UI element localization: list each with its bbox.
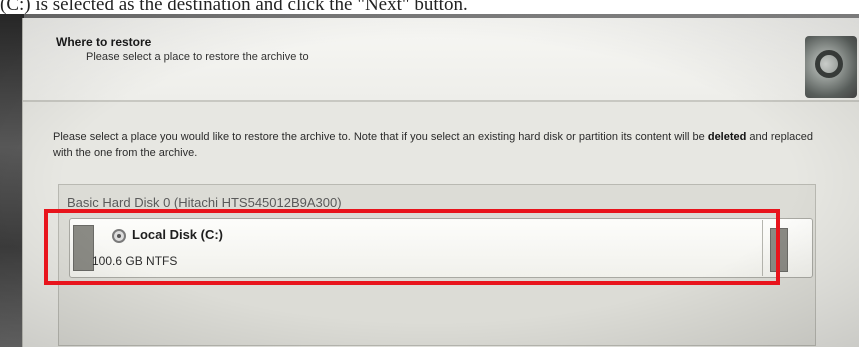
restore-wizard-dialog: Where to restore Please select a place t…: [22, 18, 859, 347]
instructions-emphasis: deleted: [707, 131, 747, 143]
wizard-header: Where to restore Please select a place t…: [23, 18, 859, 102]
instructions-part1: Please select a place you would like to …: [53, 131, 708, 143]
instructions-text: Please select a place you would like to …: [53, 129, 833, 161]
restore-graphic-icon: [805, 36, 857, 98]
monitor-bezel: [0, 14, 24, 347]
screen-photo: Where to restore Please select a place t…: [0, 14, 859, 347]
hard-disk-title: Basic Hard Disk 0 (Hitachi HTS545012B9A3…: [67, 195, 342, 210]
selection-highlight-box: [44, 209, 780, 285]
wizard-subtitle: Please select a place to restore the arc…: [86, 51, 309, 63]
wizard-title: Where to restore: [56, 35, 152, 49]
